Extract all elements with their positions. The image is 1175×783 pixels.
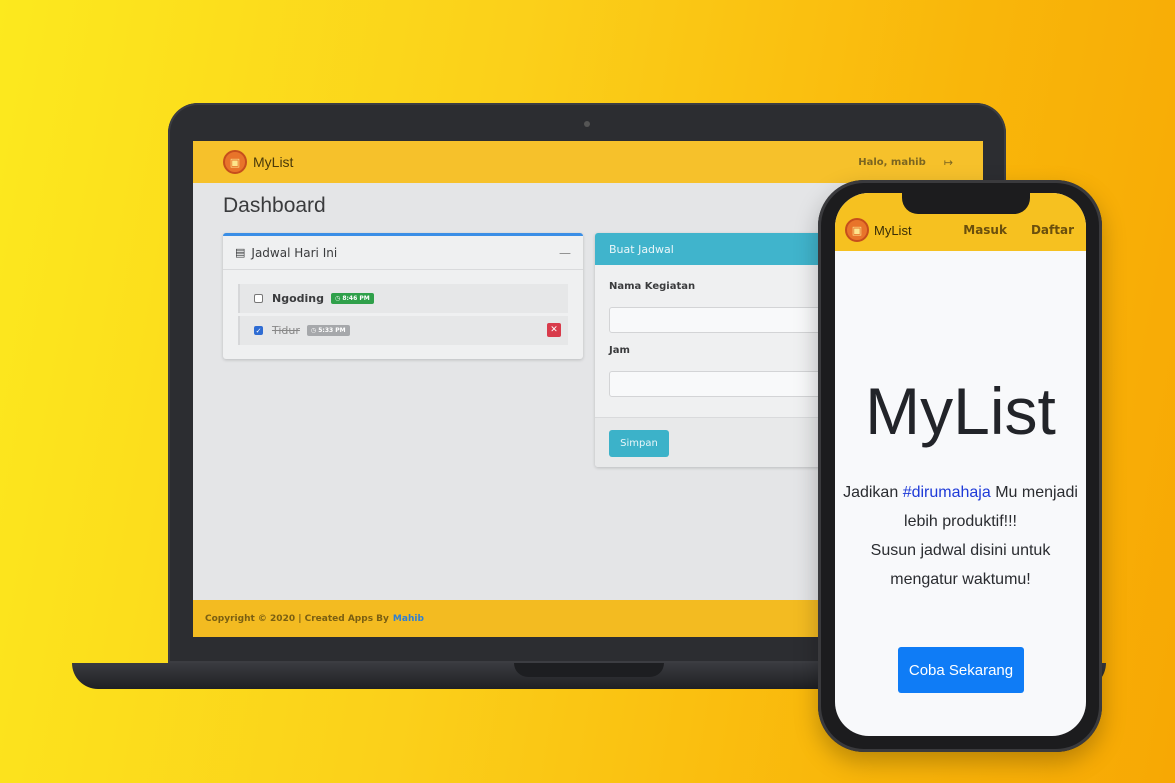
try-now-button[interactable]: Coba Sekarang [898,647,1024,693]
delete-button[interactable]: ✕ [547,323,561,337]
todo-label: Ngoding [272,292,324,305]
laptop-brand[interactable]: MyList [253,154,293,170]
phone-brand[interactable]: MyList [874,223,912,238]
sign-out-icon[interactable]: ↦ [944,156,953,169]
create-schedule-card: Buat Jadwal Nama Kegiatan Jam Simpan [595,233,855,467]
author-link[interactable]: Mahib [393,614,424,624]
desc-text-line2: Susun jadwal disini untuk mengatur waktu… [870,542,1051,588]
clipboard-logo-icon[interactable]: ▣ [223,150,247,174]
register-link[interactable]: Daftar [1031,223,1074,237]
schedule-card: ▤ Jadwal Hari Ini — Ngoding ◷ 8:46 PM ✓ … [223,233,583,359]
phone-notch [902,190,1030,214]
clipboard-logo-icon[interactable]: ▣ [845,218,869,242]
time-badge: ◷ 5:33 PM [306,325,350,336]
desc-text: Jadikan [843,484,899,501]
todo-list: Ngoding ◷ 8:46 PM ✓ Tidur ◷ 5:33 PM ✕ [238,284,568,348]
todo-item: Ngoding ◷ 8:46 PM [238,284,568,313]
todo-checkbox-checked[interactable]: ✓ [254,326,263,335]
camera-icon [584,121,590,127]
page-title: Dashboard [223,194,326,217]
activity-name-label: Nama Kegiatan [609,281,696,292]
schedule-card-title: Jadwal Hari Ini [251,245,338,260]
minimize-button[interactable]: — [559,246,571,260]
phone-screen: ▣ MyList Masuk Daftar MyList Jadikan #di… [835,193,1086,736]
time-badge: ◷ 8:46 PM [331,293,374,304]
copyright-text: Copyright © 2020 | Created Apps By [205,613,389,624]
laptop-notch [514,663,664,677]
todo-item: ✓ Tidur ◷ 5:33 PM ✕ [238,316,568,345]
save-button[interactable]: Simpan [609,430,669,457]
todo-label: Tidur [272,324,300,337]
hashtag-link[interactable]: #dirumahaja [903,484,991,501]
create-schedule-title: Buat Jadwal [595,233,855,265]
todo-checkbox[interactable] [254,294,263,303]
hero-title: MyList [865,374,1056,448]
clipboard-icon: ▤ [235,246,246,259]
time-label: Jam [609,345,630,356]
activity-name-input[interactable] [609,307,849,333]
time-input[interactable] [609,371,849,397]
laptop-navbar: ▣ MyList Halo, mahib ↦ [193,141,983,183]
laptop-nav-right: Halo, mahib ↦ [858,156,953,169]
hero-description: Jadikan #dirumahaja Mu menjadi lebih pro… [839,478,1082,594]
schedule-card-header: ▤ Jadwal Hari Ini — [223,236,583,270]
login-link[interactable]: Masuk [963,223,1007,237]
phone-nav-links: Masuk Daftar [963,223,1074,237]
user-greeting[interactable]: Halo, mahib [858,157,926,168]
